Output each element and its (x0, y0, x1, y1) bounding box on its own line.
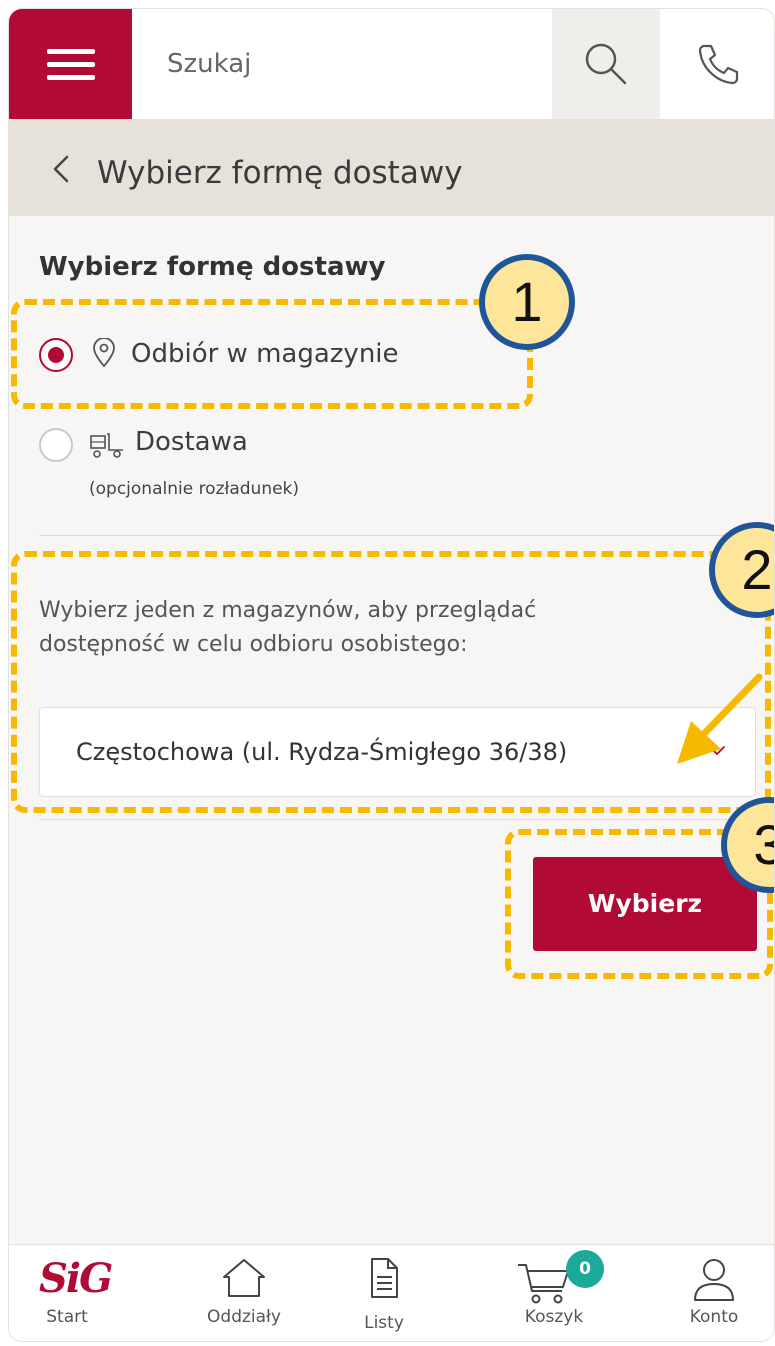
annotation-arrow (677, 673, 763, 764)
divider (39, 819, 739, 820)
cart-icon (517, 1264, 569, 1304)
nav-start[interactable]: SiG Start (19, 1245, 139, 1341)
user-icon (694, 1259, 734, 1301)
search-input[interactable] (132, 9, 552, 119)
nav-label-start: Start (46, 1307, 88, 1327)
search-button[interactable] (552, 9, 660, 119)
divider (39, 535, 739, 536)
cart-count-badge: 0 (566, 1250, 604, 1288)
radio-delivery[interactable] (39, 428, 73, 462)
nav-account[interactable]: Konto (659, 1245, 769, 1341)
nav-label-cart: Koszyk (524, 1307, 584, 1327)
annotation-badge-1: 1 (479, 254, 575, 350)
nav-label-lists: Listy (364, 1313, 404, 1333)
annotation-frame-1 (11, 299, 533, 409)
phone-icon (698, 44, 739, 85)
option-sublabel-delivery: (opcjonalnie rozładunek) (89, 479, 300, 499)
hamburger-line (47, 62, 95, 67)
home-icon (223, 1259, 265, 1297)
page-header: Wybierz formę dostawy (9, 119, 774, 216)
hamburger-line (47, 75, 95, 80)
bottom-nav: SiG Start Oddziały Listy 0 Koszyk Konto (9, 1244, 774, 1341)
phone-button[interactable] (660, 9, 774, 119)
menu-button[interactable] (9, 9, 132, 119)
delivery-section-title: Wybierz formę dostawy (39, 252, 386, 282)
mobile-screen: Wybierz formę dostawy Wybierz formę dost… (8, 8, 775, 1342)
option-label-delivery: Dostawa (135, 427, 248, 457)
back-chevron-icon[interactable] (47, 149, 77, 189)
document-icon (371, 1258, 398, 1298)
page-title: Wybierz formę dostawy (97, 155, 463, 191)
sig-logo: SiG (39, 1255, 113, 1302)
nav-branches[interactable]: Oddziały (179, 1245, 309, 1341)
nav-label-account: Konto (689, 1307, 739, 1327)
hamburger-line (47, 49, 95, 54)
truck-icon (90, 433, 123, 458)
top-bar (9, 9, 774, 119)
nav-cart[interactable]: 0 Koszyk (489, 1245, 619, 1341)
nav-label-branches: Oddziały (207, 1307, 281, 1327)
nav-lists[interactable]: Listy (329, 1245, 439, 1341)
search-icon (585, 43, 627, 85)
